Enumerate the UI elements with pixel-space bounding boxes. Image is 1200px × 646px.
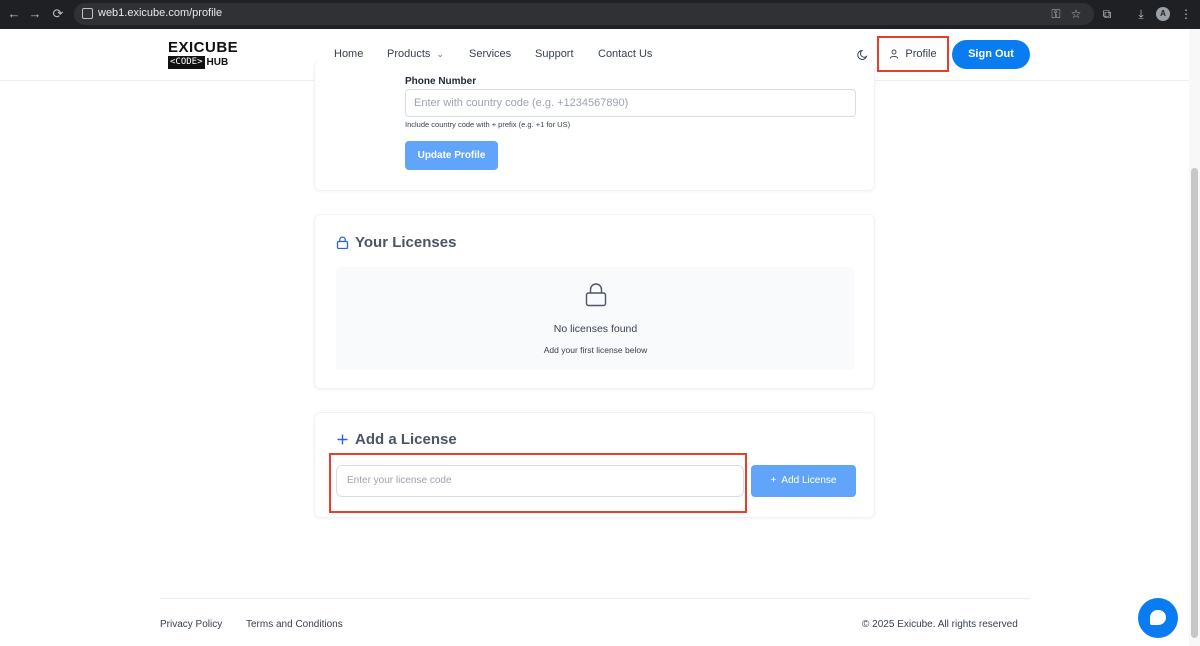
exicube-logo[interactable]: EXICUBE <CODE> HUB: [168, 40, 238, 70]
nav-support[interactable]: Support: [535, 48, 574, 60]
empty-state-subtitle: Add your first license below: [543, 345, 648, 355]
plus-icon: [337, 434, 348, 445]
footer-divider: [160, 598, 1030, 599]
license-code-input[interactable]: Enter your license code: [336, 465, 744, 497]
add-license-card: Add a License Enter your license code + …: [314, 412, 875, 518]
chevron-down-icon: ⌄: [436, 49, 444, 59]
extensions-icon[interactable]: ⧉: [1099, 6, 1115, 22]
plus-icon: +: [770, 475, 777, 486]
logo-code-badge: <CODE>: [168, 56, 205, 69]
phone-number-input[interactable]: Enter with country code (e.g. +123456789…: [405, 89, 856, 117]
url-text: web1.exicube.com/profile: [98, 7, 223, 19]
forward-icon[interactable]: →: [27, 6, 43, 22]
lock-large-icon: [585, 283, 607, 307]
add-license-title: Add a License: [336, 431, 457, 448]
browser-profile-avatar[interactable]: A: [1156, 7, 1170, 21]
back-icon[interactable]: ←: [6, 6, 22, 22]
reload-icon[interactable]: ⟳: [50, 6, 66, 22]
update-profile-button[interactable]: Update Profile: [405, 141, 498, 170]
nav-home[interactable]: Home: [334, 48, 363, 60]
address-bar[interactable]: web1.exicube.com/profile: [74, 3, 1094, 25]
phone-number-label: Phone Number: [405, 76, 477, 87]
chat-bubble-icon: [1150, 610, 1166, 625]
copyright-text: © 2025 Exicube. All rights reserved: [862, 619, 1018, 630]
chat-widget-button[interactable]: [1138, 598, 1178, 638]
logo-text: EXICUBE: [168, 39, 239, 56]
nav-products-label: Products: [387, 48, 431, 60]
key-icon[interactable]: ⚿: [1048, 6, 1064, 22]
empty-state-title: No licenses found: [553, 323, 638, 335]
nav-contact-us[interactable]: Contact Us: [598, 48, 652, 60]
licenses-title-text: Your Licenses: [355, 234, 457, 251]
terms-link[interactable]: Terms and Conditions: [246, 619, 343, 630]
scrollbar-thumb[interactable]: [1191, 168, 1198, 638]
license-input-highlight: Enter your license code: [329, 453, 747, 513]
licenses-empty-state: No licenses found Add your first license…: [336, 267, 855, 370]
add-license-title-text: Add a License: [355, 431, 457, 448]
nav-services[interactable]: Services: [469, 48, 511, 60]
site-info-icon[interactable]: [82, 8, 93, 19]
download-icon[interactable]: ⤓: [1133, 6, 1149, 22]
sign-out-button[interactable]: Sign Out: [952, 40, 1030, 69]
bookmark-star-icon[interactable]: ☆: [1068, 6, 1084, 22]
lock-icon: [336, 236, 349, 249]
logo-hub-text: HUB: [206, 57, 229, 68]
browser-toolbar: ← → ⟳ web1.exicube.com/profile ⚿ ☆ ⧉ ⤓ A…: [0, 0, 1200, 29]
licenses-title: Your Licenses: [336, 234, 456, 251]
page-scrollbar[interactable]: [1189, 29, 1200, 646]
add-license-button[interactable]: + Add License: [751, 465, 856, 497]
phone-number-hint: Include country code with + prefix (e.g.…: [405, 120, 571, 129]
profile-form-card: Phone Number Enter with country code (e.…: [314, 60, 875, 191]
licenses-card: Your Licenses No licenses found Add your…: [314, 214, 875, 389]
profile-link-label: Profile: [905, 48, 937, 60]
browser-menu-icon[interactable]: ⋮: [1178, 6, 1194, 22]
privacy-policy-link[interactable]: Privacy Policy: [160, 619, 222, 630]
profile-link[interactable]: Profile: [877, 36, 949, 72]
add-license-button-label: Add License: [781, 475, 837, 486]
nav-products[interactable]: Products ⌄: [387, 48, 444, 60]
user-icon: [890, 49, 899, 59]
